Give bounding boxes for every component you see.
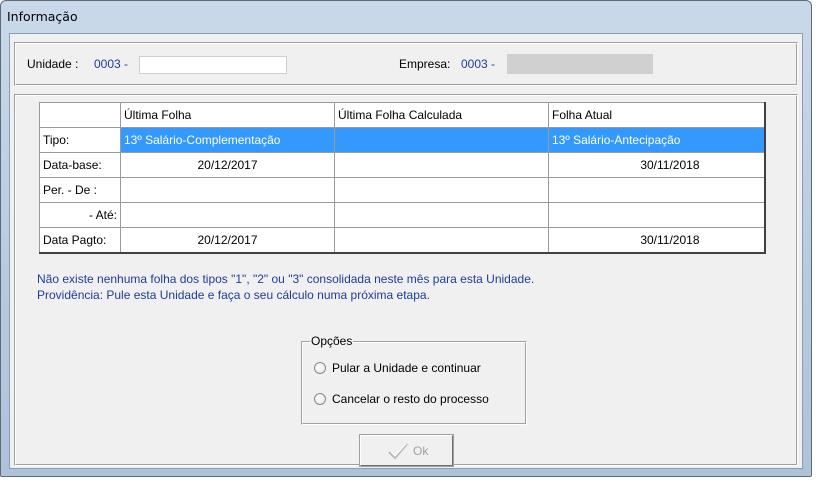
cell-ultima[interactable]: 20/12/2017 xyxy=(120,152,335,178)
row-label: Tipo: xyxy=(39,127,121,153)
grid-row-data-base[interactable]: Data-base: 20/12/2017 30/11/2018 xyxy=(39,152,765,178)
radio-skip-unit-label[interactable]: Pular a Unidade e continuar xyxy=(332,361,481,375)
info-message-line1: Não existe nenhuma folha dos tipos "1", … xyxy=(37,272,535,286)
radio-cancel-process-label[interactable]: Cancelar o resto do processo xyxy=(332,392,489,406)
payroll-grid: Última Folha Última Folha Calculada Folh… xyxy=(39,102,766,254)
cell-atual[interactable]: 13º Salário-Antecipação xyxy=(548,127,765,153)
options-legend: Opções xyxy=(310,334,354,348)
row-label: Data-base: xyxy=(39,152,121,178)
unidade-label: Unidade : xyxy=(27,57,79,71)
ok-button[interactable]: Ok xyxy=(359,434,454,467)
cell-ultima[interactable] xyxy=(120,177,335,203)
grid-header-ultima-folha: Última Folha xyxy=(120,102,335,128)
grid-row-data-pagto[interactable]: Data Pagto: 20/12/2017 30/11/2018 xyxy=(39,227,765,253)
grid-header-ultima-folha-calculada: Última Folha Calculada xyxy=(334,102,549,128)
cell-ultima[interactable]: 13º Salário-Complementação xyxy=(120,127,335,153)
dialog-title: Informação xyxy=(7,9,78,24)
row-label: Data Pagto: xyxy=(39,227,121,253)
unit-company-group: Unidade : 0003 - Empresa: 0003 - xyxy=(14,42,798,86)
empresa-redacted xyxy=(507,54,653,74)
grid-header-row: Última Folha Última Folha Calculada Folh… xyxy=(39,102,765,128)
radio-cancel-process[interactable] xyxy=(314,393,326,405)
information-dialog: Informação Unidade : 0003 - Empresa: 000… xyxy=(0,0,812,477)
radio-skip-unit[interactable] xyxy=(314,362,326,374)
grid-row-per-ate[interactable]: - Até: xyxy=(39,202,765,228)
cell-calculada[interactable] xyxy=(334,177,549,203)
options-group: Opções Pular a Unidade e continuar Cance… xyxy=(301,334,527,425)
grid-row-tipo[interactable]: Tipo: 13º Salário-Complementação 13º Sal… xyxy=(39,127,765,153)
cell-calculada[interactable] xyxy=(334,127,549,153)
cell-atual[interactable]: 30/11/2018 xyxy=(548,227,765,253)
cell-ultima[interactable]: 20/12/2017 xyxy=(120,227,335,253)
cell-atual[interactable] xyxy=(548,202,765,228)
row-label: Per. - De : xyxy=(39,177,121,203)
cell-atual[interactable]: 30/11/2018 xyxy=(548,152,765,178)
grid-header-folha-atual: Folha Atual xyxy=(548,102,765,128)
dialog-body: Unidade : 0003 - Empresa: 0003 - Última … xyxy=(9,33,803,469)
cell-calculada[interactable] xyxy=(334,227,549,253)
cell-atual[interactable] xyxy=(548,177,765,203)
cell-ultima[interactable] xyxy=(120,202,335,228)
title-bar[interactable]: Informação xyxy=(1,1,811,33)
checkmark-icon xyxy=(388,443,408,460)
row-label: - Até: xyxy=(39,202,121,228)
grid-row-per-de[interactable]: Per. - De : xyxy=(39,177,765,203)
ok-button-label: Ok xyxy=(413,444,429,458)
info-message-line2: Providência: Pule esta Unidade e faça o … xyxy=(37,288,430,302)
cell-calculada[interactable] xyxy=(334,152,549,178)
main-group: Última Folha Última Folha Calculada Folh… xyxy=(14,94,798,467)
empresa-value: 0003 - xyxy=(461,57,496,71)
empresa-label: Empresa: xyxy=(399,57,451,71)
unidade-value: 0003 - xyxy=(94,57,129,71)
grid-header-corner xyxy=(39,102,121,128)
unidade-redacted xyxy=(139,56,287,74)
cell-calculada[interactable] xyxy=(334,202,549,228)
